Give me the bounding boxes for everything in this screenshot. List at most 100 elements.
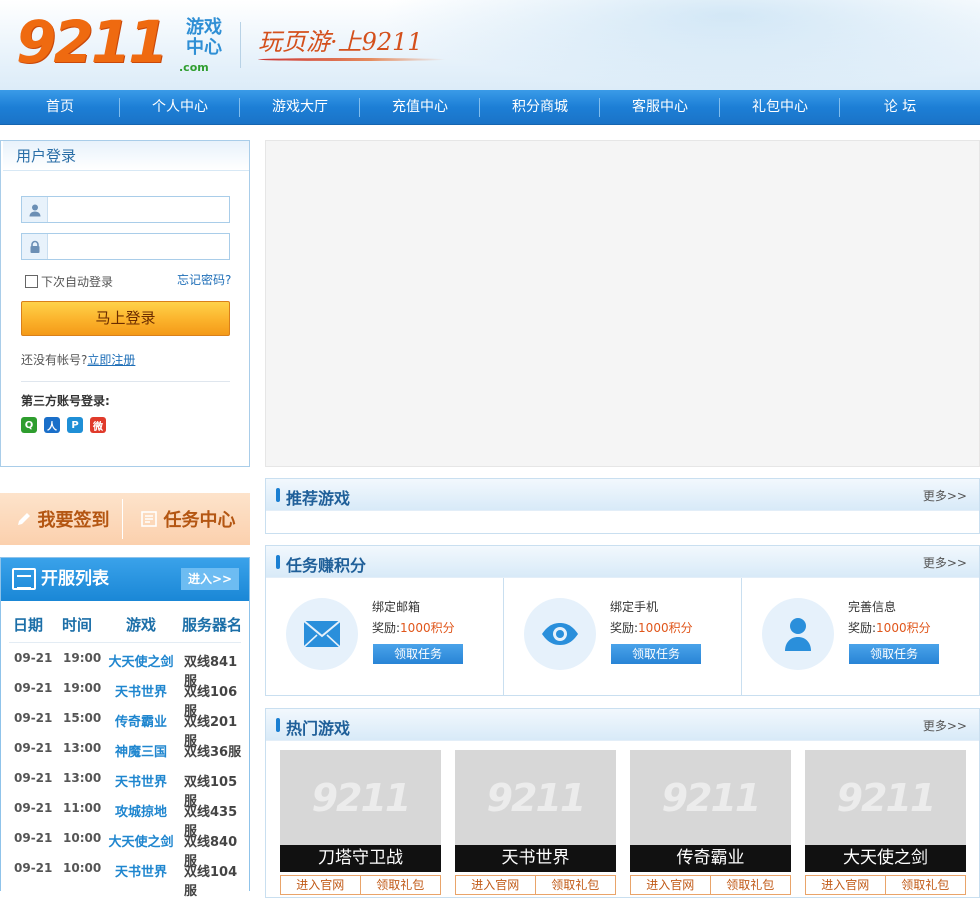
main-nav: 首页 个人中心 游戏大厅 充值中心 积分商城 客服中心 礼包中心 论 坛: [0, 90, 980, 125]
server-list-panel: 开服列表 进入>> 日期 时间 游戏 服务器名 09-21 19:00 大天使之…: [0, 557, 250, 899]
server-date: 09-21: [14, 861, 53, 875]
claim-task-button[interactable]: 领取任务: [849, 644, 939, 664]
password-input[interactable]: [49, 234, 229, 259]
username-field[interactable]: [21, 196, 230, 223]
claim-gift-button[interactable]: 领取礼包: [886, 876, 966, 894]
official-site-button[interactable]: 进入官网: [631, 876, 711, 894]
server-row[interactable]: 09-21 13:00 神魔三国 双线36服: [1, 741, 249, 771]
username-input[interactable]: [49, 197, 229, 222]
task-name: 完善信息: [848, 600, 897, 614]
login-panel: 用户登录 下次自动登录 忘记密码? 马上登录 还没有帐号?立即注册 第三方账号登…: [0, 140, 250, 467]
header-divider: [240, 22, 241, 68]
nav-item-label: 游戏大厅: [272, 99, 328, 115]
recommended-games-header: 推荐游戏 更多>>: [266, 479, 979, 511]
hot-game-card[interactable]: 9211 刀塔守卫战 进入官网 领取礼包: [280, 750, 441, 895]
sina-weibo-icon[interactable]: 微: [90, 417, 106, 433]
server-game-link[interactable]: 天书世界: [107, 771, 175, 790]
claim-gift-button[interactable]: 领取礼包: [536, 876, 616, 894]
column-header-server: 服务器名: [182, 616, 243, 634]
game-thumbnail[interactable]: 9211: [630, 750, 791, 845]
nav-item-personal-center[interactable]: 个人中心: [120, 90, 240, 125]
no-account-text: 还没有帐号?立即注册: [21, 351, 135, 368]
task-reward-prefix: 奖励:: [610, 621, 639, 635]
game-thumbnail[interactable]: 9211: [280, 750, 441, 845]
server-game-link[interactable]: 大天使之剑: [107, 831, 175, 850]
column-header-date: 日期: [13, 616, 44, 634]
sign-in-button[interactable]: 我要签到: [0, 493, 125, 545]
tasks-more-link[interactable]: 更多>>: [923, 554, 967, 571]
game-thumbnail[interactable]: 9211: [805, 750, 966, 845]
register-link[interactable]: 立即注册: [87, 353, 135, 367]
game-name[interactable]: 天书世界: [455, 845, 616, 872]
server-list-header: 开服列表 进入>>: [1, 558, 249, 601]
nav-item-customer-service[interactable]: 客服中心: [600, 90, 720, 125]
server-row[interactable]: 09-21 15:00 传奇霸业 双线201服: [1, 711, 249, 749]
game-name[interactable]: 大天使之剑: [805, 845, 966, 872]
forgot-password-link[interactable]: 忘记密码?: [177, 271, 231, 288]
official-site-button[interactable]: 进入官网: [806, 876, 886, 894]
server-game-link[interactable]: 传奇霸业: [107, 711, 175, 730]
hot-game-card[interactable]: 9211 大天使之剑 进入官网 领取礼包: [805, 750, 966, 895]
server-row[interactable]: 09-21 10:00 大天使之剑 双线840服: [1, 831, 249, 869]
no-account-label: 还没有帐号?: [21, 353, 88, 367]
server-game-link[interactable]: 攻城掠地: [107, 801, 175, 820]
server-game-link[interactable]: 大天使之剑: [107, 651, 175, 670]
nav-item-label: 首页: [46, 99, 74, 115]
task-center-button[interactable]: 任务中心: [125, 493, 250, 545]
title-marker: [276, 555, 280, 569]
tasks-header: 任务赚积分 更多>>: [266, 546, 979, 578]
nav-item-label: 客服中心: [632, 99, 688, 115]
nav-item-home[interactable]: 首页: [0, 90, 120, 125]
hot-games-header: 热门游戏 更多>>: [266, 709, 979, 741]
official-site-button[interactable]: 进入官网: [281, 876, 361, 894]
remember-checkbox[interactable]: [25, 275, 38, 288]
title-marker: [276, 718, 280, 732]
nav-item-gift-center[interactable]: 礼包中心: [720, 90, 840, 125]
claim-task-button[interactable]: 领取任务: [611, 644, 701, 664]
nav-item-game-hall[interactable]: 游戏大厅: [240, 90, 360, 125]
game-actions: 进入官网 领取礼包: [630, 875, 791, 895]
server-game-link[interactable]: 天书世界: [107, 861, 175, 880]
site-logo[interactable]: 9211 游戏 中心 .com: [16, 8, 231, 76]
qq-icon[interactable]: Q: [21, 417, 37, 433]
remember-me[interactable]: 下次自动登录: [25, 273, 113, 290]
game-name[interactable]: 传奇霸业: [630, 845, 791, 872]
nav-item-points-mall[interactable]: 积分商城: [480, 90, 600, 125]
claim-gift-button[interactable]: 领取礼包: [361, 876, 441, 894]
server-date: 09-21: [14, 741, 53, 755]
game-thumbnail[interactable]: 9211: [455, 750, 616, 845]
thumbnail-logo: 9211: [661, 775, 762, 820]
game-name[interactable]: 刀塔守卫战: [280, 845, 441, 872]
game-actions: 进入官网 领取礼包: [805, 875, 966, 895]
server-row[interactable]: 09-21 11:00 攻城掠地 双线435服: [1, 801, 249, 839]
server-time: 15:00: [63, 711, 102, 725]
hot-game-card[interactable]: 9211 传奇霸业 进入官网 领取礼包: [630, 750, 791, 895]
claim-gift-button[interactable]: 领取礼包: [711, 876, 791, 894]
server-game-link[interactable]: 天书世界: [107, 681, 175, 700]
login-button[interactable]: 马上登录: [21, 301, 230, 336]
header-slogan: 玩页游·上9211: [258, 28, 423, 56]
server-game-link[interactable]: 神魔三国: [107, 741, 175, 760]
nav-item-recharge[interactable]: 充值中心: [360, 90, 480, 125]
recommended-more-link[interactable]: 更多>>: [923, 487, 967, 504]
game-actions: 进入官网 领取礼包: [455, 875, 616, 895]
password-field[interactable]: [21, 233, 230, 260]
nav-item-label: 积分商城: [512, 99, 568, 115]
task-bind-email: 绑定邮箱 奖励:1000积分 领取任务: [266, 578, 504, 696]
renren-icon[interactable]: 人: [44, 417, 60, 433]
nav-item-forum[interactable]: 论 坛: [840, 90, 960, 125]
hot-game-card[interactable]: 9211 天书世界 进入官网 领取礼包: [455, 750, 616, 895]
hot-games-more-link[interactable]: 更多>>: [923, 717, 967, 734]
claim-task-button[interactable]: 领取任务: [373, 644, 463, 664]
server-row[interactable]: 09-21 19:00 大天使之剑 双线841服: [1, 651, 249, 689]
server-list-enter-button[interactable]: 进入>>: [181, 568, 239, 590]
server-row[interactable]: 09-21 13:00 天书世界 双线105服: [1, 771, 249, 809]
login-title: 用户登录: [1, 141, 249, 171]
tencent-weibo-icon[interactable]: P: [67, 417, 83, 433]
server-row[interactable]: 09-21 19:00 天书世界 双线106服: [1, 681, 249, 719]
server-row[interactable]: 09-21 10:00 天书世界 双线104服: [1, 861, 249, 899]
official-site-button[interactable]: 进入官网: [456, 876, 536, 894]
third-party-label: 第三方账号登录:: [21, 394, 110, 408]
eye-icon: [524, 598, 596, 670]
server-date: 09-21: [14, 651, 53, 665]
